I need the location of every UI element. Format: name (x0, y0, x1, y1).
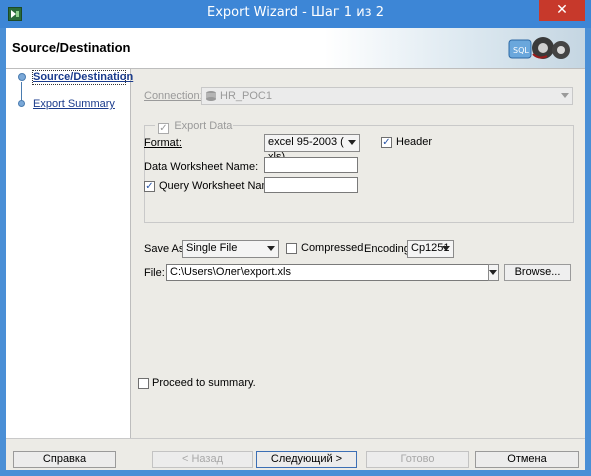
wizard-steps-nav: Source/Destination Export Summary (6, 69, 133, 438)
query-worksheet-checkbox[interactable]: ✓ (144, 181, 155, 192)
header-checkbox[interactable]: ✓ (381, 137, 392, 148)
export-data-checkbox[interactable]: ✓ (158, 123, 169, 134)
export-data-legend: ✓ Export Data (155, 119, 234, 134)
nav-item-source-destination[interactable]: Source/Destination (33, 71, 133, 83)
compressed-checkbox[interactable] (286, 243, 297, 254)
compressed-label: Compressed (301, 242, 364, 254)
help-button[interactable]: Справка (13, 451, 116, 468)
back-button[interactable]: < Назад (152, 451, 253, 468)
data-worksheet-input[interactable] (264, 157, 358, 173)
export-data-label: Export Data (174, 120, 233, 132)
window-title: Export Wizard - Шаг 1 из 2 (207, 5, 384, 20)
connection-select[interactable]: HR_POC1 (201, 87, 573, 105)
proceed-summary-checkbox[interactable] (138, 378, 149, 389)
dialog-client: Source/Destination SQL Source/Destinatio… (6, 28, 585, 470)
file-label: File: (144, 267, 165, 279)
format-label: Format: (144, 137, 182, 149)
browse-button[interactable]: Browse... (504, 264, 571, 281)
database-icon (206, 91, 216, 101)
dropdown-arrow-icon (489, 270, 497, 275)
close-button[interactable]: ✕ (539, 0, 585, 21)
step-current-icon (18, 73, 26, 81)
sql-export-logo: SQL (508, 37, 570, 59)
file-path-input[interactable]: C:\Users\Олег\export.xls (166, 264, 498, 281)
proceed-summary-label: Proceed to summary. (152, 377, 256, 389)
header-label: Header (396, 136, 433, 148)
page-title: Source/Destination (12, 40, 131, 55)
file-history-dropdown[interactable] (488, 264, 499, 281)
format-select[interactable]: excel 95-2003 ( xls) (264, 134, 360, 163)
query-worksheet-label: Query Worksheet Name: (159, 180, 280, 192)
title-bar: Export Wizard - Шаг 1 из 2 ✕ (0, 0, 591, 28)
encoding-label: Encoding: (364, 243, 413, 255)
step-icon (18, 100, 25, 107)
wizard-header: Source/Destination SQL (6, 28, 585, 69)
save-as-value: Single File (186, 242, 238, 254)
data-worksheet-label: Data Worksheet Name: (144, 161, 259, 173)
save-as-label: Save As (144, 243, 185, 255)
next-button[interactable]: Следующий > (256, 451, 357, 468)
main-panel: Connection: HR_POC1 ✓ Export Data Format… (131, 69, 585, 438)
footer-separator (6, 438, 585, 439)
connection-value: HR_POC1 (220, 90, 272, 102)
connection-label: Connection: (144, 90, 203, 102)
dropdown-arrow-icon (348, 140, 356, 145)
svg-text:SQL: SQL (513, 46, 529, 55)
export-wizard-window: Export Wizard - Шаг 1 из 2 ✕ Source/Dest… (0, 0, 591, 476)
cancel-button[interactable]: Отмена (475, 451, 579, 468)
nav-item-export-summary[interactable]: Export Summary (33, 98, 115, 110)
dropdown-arrow-icon (442, 246, 450, 251)
close-icon: ✕ (556, 2, 568, 18)
dropdown-arrow-icon (561, 93, 569, 98)
finish-button[interactable]: Готово (366, 451, 469, 468)
step-connector (21, 82, 22, 102)
dropdown-arrow-icon (267, 246, 275, 251)
query-worksheet-input[interactable] (264, 177, 358, 193)
encoding-select[interactable]: Cp1251 (407, 240, 454, 258)
save-as-select[interactable]: Single File (182, 240, 279, 258)
file-path-value: C:\Users\Олег\export.xls (170, 266, 291, 278)
